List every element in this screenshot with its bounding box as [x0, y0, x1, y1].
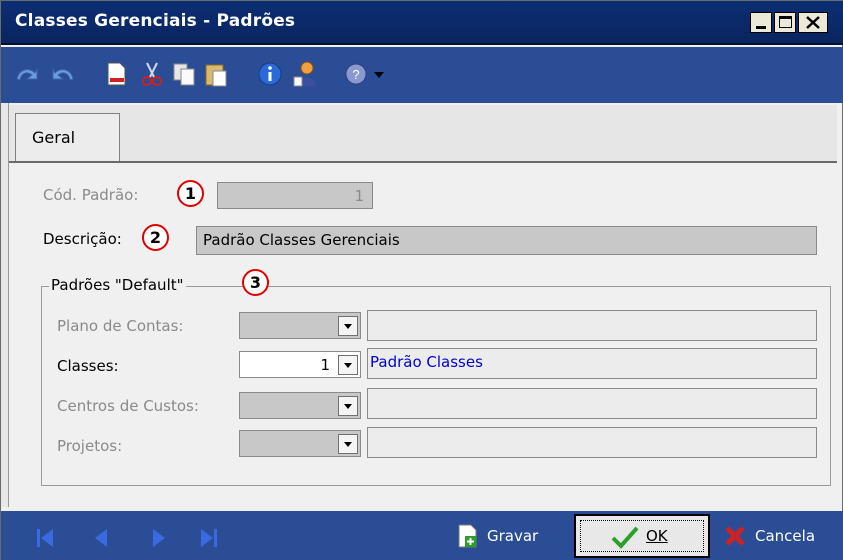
plano-de-contas-combo[interactable] [239, 312, 361, 339]
next-record-button[interactable] [147, 527, 169, 549]
projetos-combo[interactable] [239, 430, 361, 457]
redo-icon [52, 68, 74, 81]
chevron-down-icon[interactable] [338, 396, 358, 416]
window-title: Classes Gerenciais - Padrões [15, 11, 296, 31]
paste-button[interactable] [201, 59, 231, 89]
checkmark-icon [611, 526, 639, 549]
cut-icon [142, 62, 162, 86]
title-bar: Classes Gerenciais - Padrões [1, 1, 843, 45]
save-icon [458, 524, 477, 548]
classes-description: Padrão Classes [367, 348, 817, 379]
new-button[interactable] [101, 59, 131, 89]
ok-focus-ring [580, 520, 704, 552]
plano-de-contas-description [367, 310, 817, 341]
last-record-button[interactable] [197, 527, 219, 549]
next-record-icon [153, 529, 165, 547]
first-record-icon [37, 529, 53, 547]
close-button[interactable] [798, 12, 828, 33]
maximize-button[interactable] [774, 12, 796, 33]
centros-de-custos-label: Centros de Custos: [57, 397, 199, 415]
projetos-label: Projetos: [57, 437, 123, 455]
minimize-icon [756, 26, 766, 29]
classes-value: 1 [320, 356, 330, 374]
dialog-window: Classes Gerenciais - Padrões ? Geral Cód… [0, 0, 843, 560]
redo-button[interactable] [49, 59, 79, 89]
chevron-down-icon[interactable] [338, 434, 358, 454]
centros-de-custos-combo[interactable] [239, 392, 361, 419]
help-icon: ? [345, 63, 367, 85]
classes-label: Classes: [57, 357, 119, 375]
chevron-down-icon[interactable] [338, 355, 358, 375]
defaults-group-title: Padrões "Default" [49, 276, 186, 294]
cancel-x-icon [725, 526, 745, 546]
paste-icon [205, 64, 227, 87]
undo-icon [16, 68, 38, 81]
marker-3: 3 [242, 269, 269, 296]
svg-text:?: ? [352, 67, 359, 82]
first-record-button[interactable] [35, 527, 57, 549]
tab-geral[interactable]: Geral [15, 113, 120, 163]
cancela-label: Cancela [755, 527, 816, 545]
help-dropdown-button[interactable] [371, 59, 387, 89]
centros-de-custos-description [367, 388, 817, 419]
last-record-icon [201, 529, 217, 547]
dropdown-arrow-icon [374, 72, 384, 78]
classes-desc-text: Padrão Classes [370, 353, 483, 371]
cod-padrao-field: 1 [217, 182, 373, 209]
marker-2: 2 [142, 224, 169, 251]
maximize-icon [779, 16, 792, 28]
tab-geral-label: Geral [32, 128, 76, 147]
previous-record-icon [95, 529, 107, 547]
minimize-button[interactable] [750, 12, 772, 33]
gravar-label: Gravar [487, 527, 539, 545]
copy-button[interactable] [169, 59, 199, 89]
descricao-label: Descrição: [43, 230, 122, 248]
bottom-bar [1, 511, 843, 560]
plano-de-contas-label: Plano de Contas: [57, 317, 184, 335]
info-icon [258, 62, 282, 86]
copy-icon [173, 63, 195, 86]
tab-strip [9, 105, 837, 161]
toolbar: ? [1, 47, 843, 103]
projetos-description [367, 427, 817, 458]
classes-combo[interactable]: 1 [239, 351, 361, 378]
descricao-input[interactable]: Padrão Classes Gerenciais [196, 226, 817, 255]
user-button[interactable] [291, 59, 321, 89]
descricao-value: Padrão Classes Gerenciais [203, 231, 400, 249]
left-border [1, 103, 9, 507]
undo-button[interactable] [11, 59, 41, 89]
info-button[interactable] [255, 59, 285, 89]
user-icon [293, 61, 316, 87]
marker-1: 1 [177, 180, 204, 207]
new-document-icon [107, 62, 126, 86]
chevron-down-icon[interactable] [338, 316, 358, 336]
cod-padrao-label: Cód. Padrão: [43, 186, 139, 204]
cod-padrao-value: 1 [354, 187, 364, 205]
ok-label: OK [646, 527, 668, 545]
help-button[interactable]: ? [341, 59, 371, 89]
gravar-button[interactable]: Gravar [453, 515, 565, 557]
previous-record-button[interactable] [91, 527, 113, 549]
ok-button[interactable]: OK [574, 514, 710, 558]
cut-button[interactable] [137, 59, 167, 89]
close-icon [806, 16, 820, 29]
cancela-button[interactable]: Cancela [719, 515, 841, 557]
